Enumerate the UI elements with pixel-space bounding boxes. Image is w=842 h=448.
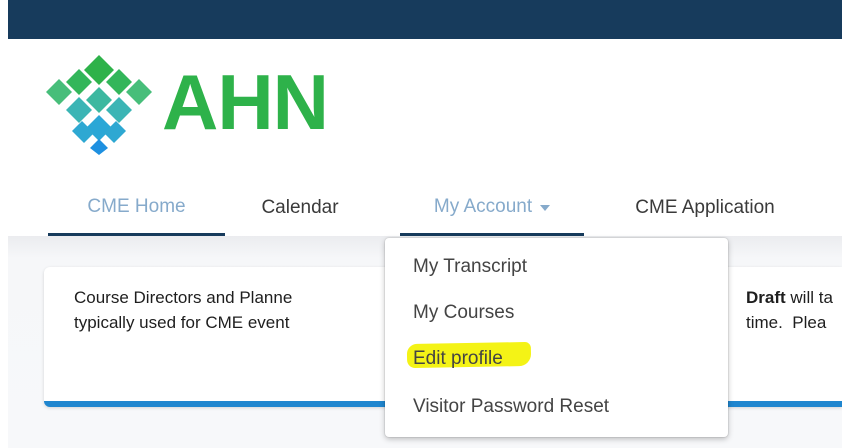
notice-line2-right: time. Plea [746,313,827,332]
menu-item-my-courses[interactable]: My Courses [413,302,514,324]
nav-my-account-label: My Account [433,195,533,217]
logo-wordmark: AHN [162,58,329,146]
top-bar [8,0,842,39]
my-account-dropdown: My Transcript My Courses Edit profile Vi… [385,238,728,437]
main-nav: CME Home Calendar My Account CME Applica… [8,180,842,236]
notice-draft-bold: Draft [746,288,786,307]
notice-text: Course Directors and Planne Draft will t… [74,285,833,335]
left-gutter [0,0,8,448]
nav-cme-home[interactable]: CME Home [48,180,225,236]
nav-cme-home-label: CME Home [87,195,186,217]
logo-mark-icon [46,55,152,155]
menu-item-visitor-password-reset[interactable]: Visitor Password Reset [413,396,609,418]
menu-item-edit-profile[interactable]: Edit profile [413,348,503,370]
notice-line2-left: typically used for CME event [74,313,290,332]
nav-calendar[interactable]: Calendar [225,180,375,236]
notice-line1-left: Course Directors and Planne [74,288,293,307]
nav-calendar-label: Calendar [261,197,339,218]
nav-cme-application[interactable]: CME Application [605,180,805,236]
chevron-down-icon [540,204,551,211]
nav-cme-application-label: CME Application [635,197,775,218]
ahn-logo[interactable]: AHN [44,55,344,155]
notice-line1-right-text: will ta [785,288,833,307]
menu-item-my-transcript[interactable]: My Transcript [413,256,527,278]
nav-my-account[interactable]: My Account [400,180,584,236]
notice-line1-right: Draft will ta [746,285,833,310]
page: AHN CME Home Calendar My Account CME App… [0,0,842,448]
